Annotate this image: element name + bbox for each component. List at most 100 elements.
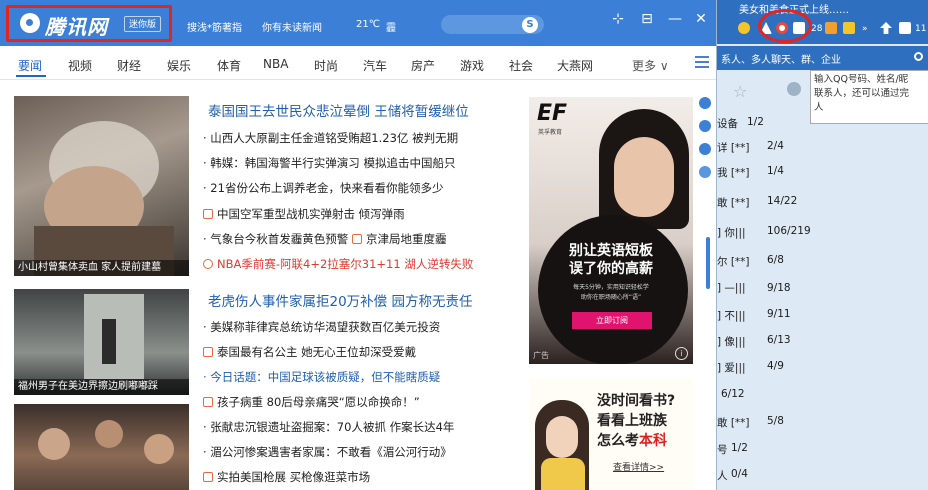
news-item[interactable]: · 山西人大原副主任金道铭受贿超1.23亿 被判无期 (203, 130, 458, 146)
menu-icon[interactable] (695, 56, 709, 68)
tencent-news-window: 腾讯网 迷你版 搜浅*筋著指 你有未读新闻 21℃ 霾 S ⊹ ⊟ — ✕ 要闻… (0, 0, 717, 490)
mini-version-badge: 迷你版 (124, 16, 162, 32)
news-item[interactable]: · 张献忠沉银遗址盗掘案：70人被抓 作案长达4年 (203, 419, 454, 435)
contact-group[interactable]: 设备 1/2 (717, 112, 928, 135)
subscribe-button[interactable]: 立即订阅 (572, 312, 652, 329)
study-ad[interactable]: 没时间看书? 看看上班族 怎么考本科 查看详情>> (529, 378, 693, 490)
contact-group[interactable]: 尔 [**] 6/8 (717, 250, 928, 273)
close-icon[interactable]: ✕ (692, 10, 710, 28)
minimize-icon[interactable]: — (666, 10, 684, 28)
unread-news-link[interactable]: 你有未读新闻 (262, 19, 322, 34)
pin-icon[interactable]: ⊹ (609, 10, 627, 28)
highlight-ring (758, 9, 812, 43)
news-item-text: 实拍美国枪展 买枪像逛菜市场 (217, 470, 371, 484)
qq-tabs: ☆ (717, 70, 810, 110)
play-icon[interactable] (699, 143, 711, 155)
contact-group[interactable]: 我 [**] 1/4 (717, 161, 928, 184)
star-icon[interactable] (738, 22, 750, 34)
tab-house[interactable]: 房产 (411, 57, 435, 74)
news-item[interactable]: · 美媒称菲律宾总统访华渴望获数百亿美元投资 (203, 319, 440, 335)
contact-group[interactable]: ] —||| 9/18 (717, 278, 928, 301)
headline-link[interactable]: 老虎伤人事件家属拒20万补偿 园方称无责任 (208, 290, 472, 310)
contact-group[interactable]: 详 [**] 2/4 (717, 136, 928, 159)
contact-group[interactable]: 人 0/4 (717, 464, 928, 487)
news-item-extra: 京津局地重度霾 (365, 232, 447, 246)
news-item-video[interactable]: 中国空军重型战机实弹射击 倾泻弹雨 (203, 206, 405, 222)
video-icon (351, 234, 362, 244)
refresh-icon[interactable] (699, 120, 711, 132)
news-thumbnail[interactable]: 小山村曾集体卖血 家人提前建墓 (14, 96, 189, 276)
contact-group[interactable]: ] 爱||| 4/9 (717, 356, 928, 379)
side-rail (693, 80, 716, 490)
headline-link[interactable]: 泰国国王去世民众悲泣晕倒 王储将暂缓继位 (208, 100, 469, 120)
ad2-line1: 没时间看书? (597, 393, 676, 409)
contact-group[interactable]: ] 不||| 9/11 (717, 304, 928, 327)
tab-finance[interactable]: 财经 (117, 57, 141, 74)
search-icon[interactable] (914, 52, 923, 61)
toolbar-more[interactable]: » (862, 24, 868, 34)
shield-icon[interactable] (699, 97, 711, 109)
news-item[interactable]: · 21省份公布上调养老金，快来看看你能领多少 (203, 180, 443, 196)
group-count: 1/4 (767, 165, 784, 177)
tab-fashion[interactable]: 时尚 (314, 57, 338, 74)
settings-icon[interactable] (699, 166, 711, 178)
ad-desc-line1: 每天5分钟，实用知识轻松学 (573, 284, 649, 291)
news-item[interactable]: · 韩媒：韩国海警半行实弹演习 模拟追击中国船只 (203, 155, 455, 171)
contact-group[interactable]: ] 像||| 6/13 (717, 330, 928, 353)
news-item-text: 孩子病重 80后母亲痛哭“愿以命换命！” (217, 395, 420, 409)
info-icon[interactable]: i (675, 347, 688, 360)
news-item-live[interactable]: NBA季前赛-阿联4+2拉塞尔31+11 湖人逆转失败 (203, 256, 473, 272)
news-item-video[interactable]: 孩子病重 80后母亲痛哭“愿以命换命！” (203, 394, 420, 410)
contacts-tab-icon[interactable] (787, 82, 801, 96)
group-label: ] 不||| (717, 310, 746, 322)
app-icon[interactable] (825, 22, 837, 34)
menu-icon[interactable] (899, 22, 911, 34)
video-icon (203, 472, 213, 482)
contact-group[interactable]: 敢 [**] 5/8 (717, 411, 928, 434)
tab-headlines[interactable]: 要闻 (18, 57, 42, 74)
news-item-video[interactable]: 泰国最有名公主 她无心王位却深受爱戴 (203, 344, 416, 360)
news-item[interactable]: · 气象台今秋首发霾黄色预警 京津局地重度霾 (203, 231, 446, 247)
favorites-tab-icon[interactable]: ☆ (733, 82, 747, 101)
news-thumbnail[interactable]: 福州男子在美边界擦边刷嘟嘟踩 (14, 289, 189, 395)
news-item-video[interactable]: 实拍美国枪展 买枪像逛菜市场 (203, 469, 370, 485)
tab-entertainment[interactable]: 娱乐 (167, 57, 191, 74)
scrollbar-thumb[interactable] (706, 237, 710, 289)
english-course-ad[interactable]: EF 英孚教育 别让英语短板 误了你的高薪 每天5分钟，实用知识轻松学 助你在职… (529, 97, 693, 364)
qq-panel: 美女和美食正式上线…… 28 » 11 系人、多人聊天、群、企业 ☆ 输入QQ号… (717, 0, 928, 490)
logo-highlight[interactable]: 腾讯网 迷你版 (6, 5, 172, 42)
tab-dayan[interactable]: 大燕网 (557, 57, 593, 74)
news-item-text: 泰国最有名公主 她无心王位却深受爱戴 (217, 345, 417, 359)
ad-title-line1: 别让英语短板 (569, 243, 653, 259)
contact-group[interactable]: 6/12 (717, 384, 928, 407)
qq-search-bar[interactable]: 系人、多人聊天、群、企业 (717, 46, 928, 70)
tab-nba[interactable]: NBA (263, 57, 288, 71)
video-icon (203, 209, 213, 219)
restore-icon[interactable]: ⊟ (638, 10, 656, 28)
tab-games[interactable]: 游戏 (460, 57, 484, 74)
group-label: 号 (717, 444, 728, 456)
nav-more-button[interactable]: 更多 ∨ (632, 57, 669, 74)
group-count: 14/22 (767, 195, 798, 207)
upload-icon[interactable] (880, 22, 892, 34)
ad2-line3: 怎么考本科 (597, 430, 667, 450)
tooltip-line: 联系人，还可以通过完 (814, 88, 910, 99)
news-thumbnail[interactable] (14, 404, 189, 490)
search-button[interactable]: S (522, 17, 538, 33)
news-item[interactable]: · 湄公河惨案遇害者家属：不敢看《湄公河行动》 (203, 444, 452, 460)
group-label: 详 [**] (717, 142, 750, 154)
contact-group[interactable]: 号 1/2 (717, 438, 928, 461)
search-hint[interactable]: 搜浅*筋著指 (187, 19, 242, 34)
group-count: 5/8 (767, 415, 784, 427)
contact-group[interactable]: ] 你||| 106/219 (717, 221, 928, 244)
tab-video[interactable]: 视频 (68, 57, 92, 74)
tab-sports[interactable]: 体育 (217, 57, 241, 74)
tab-auto[interactable]: 汽车 (363, 57, 387, 74)
shop-icon[interactable] (843, 22, 855, 34)
group-label: 设备 (717, 118, 738, 130)
group-count: 6/12 (721, 388, 745, 400)
tab-society[interactable]: 社会 (509, 57, 533, 74)
view-details-link[interactable]: 查看详情>> (613, 460, 664, 473)
contact-group[interactable]: 敢 [**] 14/22 (717, 191, 928, 214)
news-item[interactable]: · 今日话题：中国足球该被质疑，但不能瞎质疑 (203, 369, 440, 385)
